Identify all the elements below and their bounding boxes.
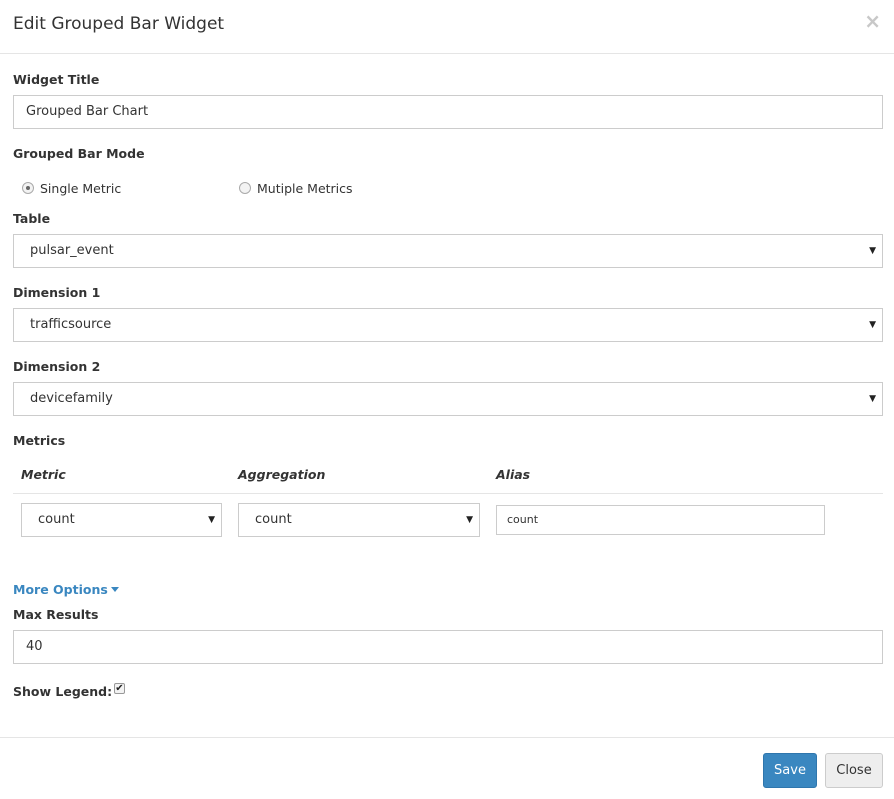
metrics-label: Metrics <box>13 433 66 448</box>
max-results-label: Max Results <box>13 607 99 622</box>
radio-single-metric[interactable]: Single Metric <box>22 181 121 196</box>
widget-title-label: Widget Title <box>13 72 100 87</box>
radio-button-checked[interactable] <box>22 182 34 194</box>
more-options-link[interactable]: More Options <box>13 582 119 597</box>
widget-title-input[interactable]: Grouped Bar Chart <box>13 95 883 129</box>
dimension1-select-value: trafficsource <box>30 317 112 332</box>
checkmark-icon: ✔ <box>115 683 124 694</box>
dropdown-caret-icon: ▼ <box>869 394 876 404</box>
max-results-input[interactable]: 40 <box>13 630 883 664</box>
alias-input[interactable]: count <box>496 505 825 535</box>
dropdown-caret-icon: ▼ <box>869 246 876 256</box>
grouped-bar-mode-label: Grouped Bar Mode <box>13 146 145 161</box>
table-select[interactable]: pulsar_event ▼ <box>13 234 883 268</box>
dropdown-caret-icon: ▼ <box>208 515 215 525</box>
dimension1-label: Dimension 1 <box>13 285 101 300</box>
radio-button[interactable] <box>239 182 251 194</box>
radio-label-single-metric: Single Metric <box>40 181 122 196</box>
radio-multiple-metrics[interactable]: Mutiple Metrics <box>239 181 353 196</box>
dropdown-caret-icon: ▼ <box>466 515 473 525</box>
dimension2-select[interactable]: devicefamily ▼ <box>13 382 883 416</box>
modal-footer <box>0 737 894 799</box>
show-legend-label: Show Legend: <box>13 684 113 699</box>
alias-column-header: Alias <box>496 467 531 482</box>
radio-label-multiple-metrics: Mutiple Metrics <box>257 181 353 196</box>
dimension1-select[interactable]: trafficsource ▼ <box>13 308 883 342</box>
caret-down-icon <box>110 587 119 592</box>
show-legend-checkbox[interactable]: ✔ <box>114 683 125 694</box>
dimension2-label: Dimension 2 <box>13 359 101 374</box>
close-button[interactable]: Close <box>825 753 883 788</box>
metric-select-value: count <box>38 512 75 527</box>
dropdown-caret-icon: ▼ <box>869 320 876 330</box>
table-select-value: pulsar_event <box>30 243 114 258</box>
modal-header: Edit Grouped Bar Widget × <box>0 0 894 54</box>
table-divider <box>13 493 883 494</box>
metric-select[interactable]: count ▼ <box>21 503 222 537</box>
dimension2-select-value: devicefamily <box>30 391 113 406</box>
close-icon[interactable]: × <box>864 11 881 31</box>
aggregation-column-header: Aggregation <box>238 467 326 482</box>
table-label: Table <box>13 211 51 226</box>
save-button[interactable]: Save <box>763 753 817 788</box>
aggregation-select-value: count <box>255 512 292 527</box>
metric-column-header: Metric <box>21 467 66 482</box>
more-options-label: More Options <box>13 582 108 597</box>
modal-title: Edit Grouped Bar Widget <box>13 14 225 34</box>
aggregation-select[interactable]: count ▼ <box>238 503 480 537</box>
